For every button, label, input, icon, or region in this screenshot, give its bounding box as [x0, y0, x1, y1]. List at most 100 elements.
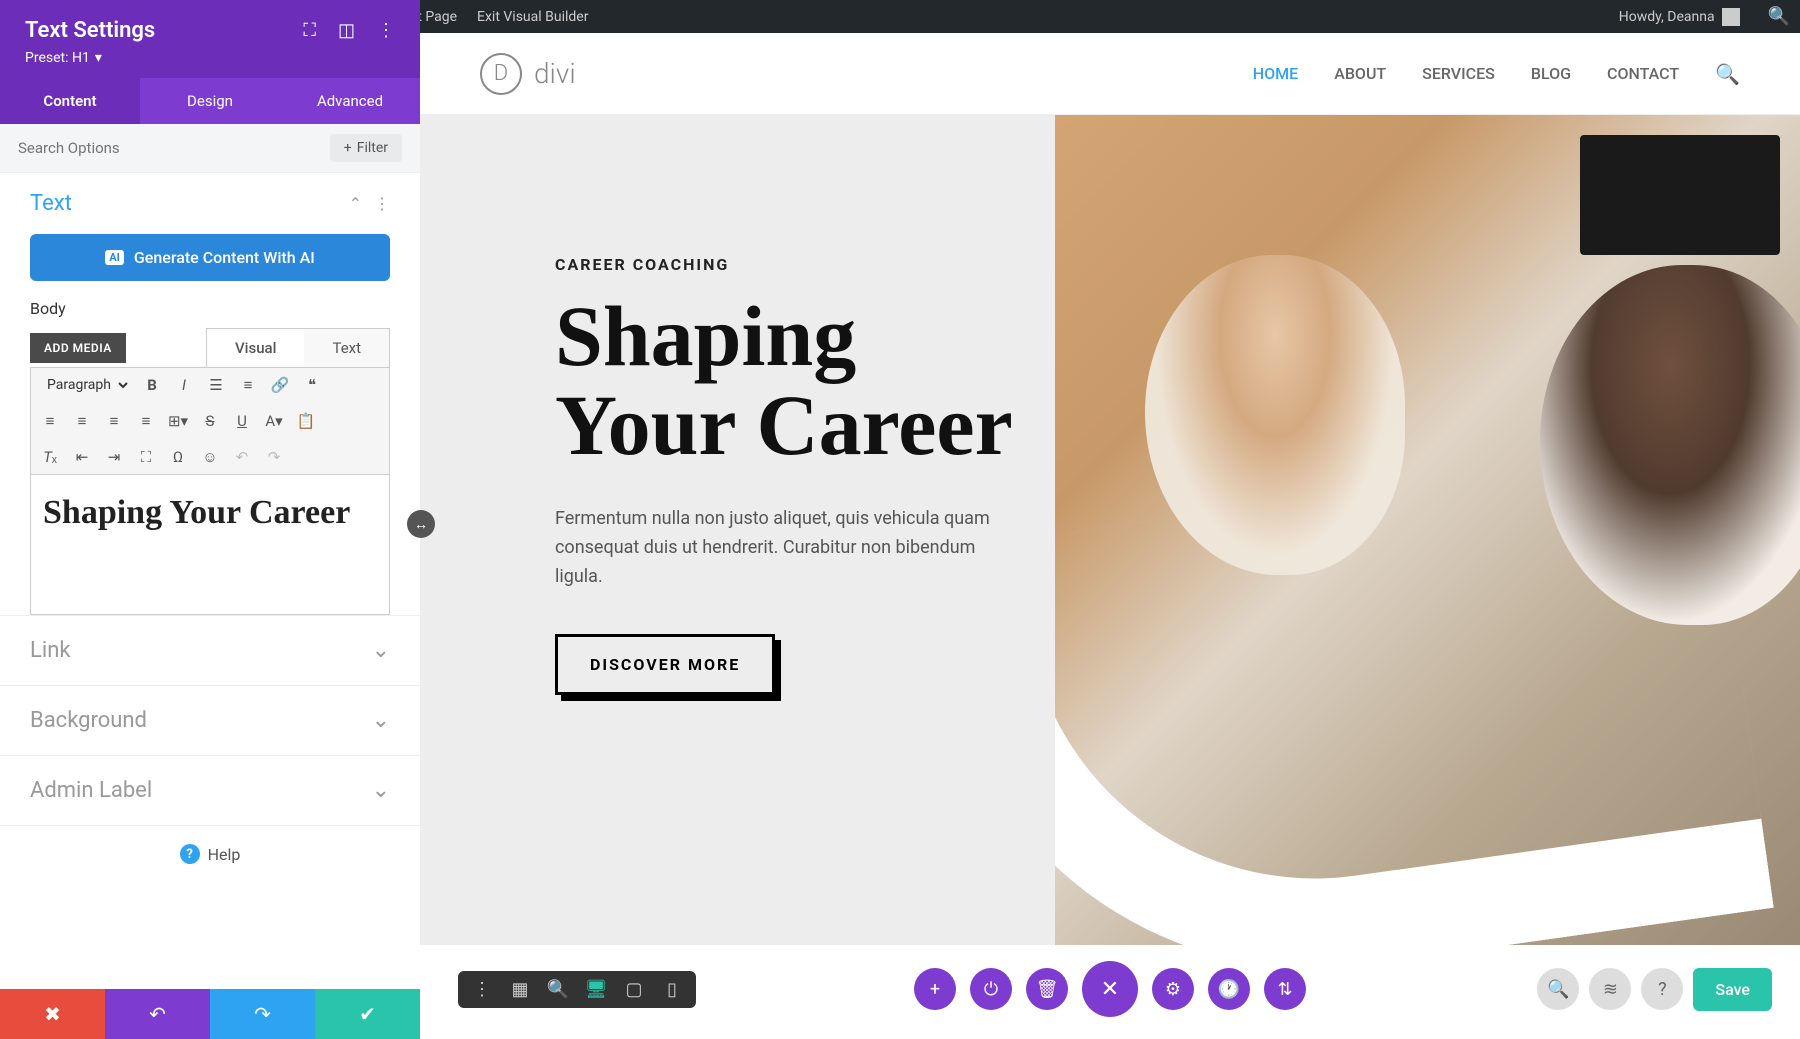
desktop-icon[interactable]: 🖥	[584, 979, 608, 1000]
chevron-up-icon[interactable]: ⌃	[349, 194, 362, 213]
search-icon[interactable]: 🔍	[1768, 6, 1790, 27]
hero-section: CAREER COACHING Shaping Your Career Ferm…	[420, 115, 1800, 945]
text-color-button[interactable]: A▾	[263, 410, 285, 432]
quote-button[interactable]: ❝	[301, 374, 323, 396]
clear-format-button[interactable]: Tₓ	[39, 446, 61, 468]
settings-button[interactable]: ⚙	[1152, 968, 1194, 1010]
resize-handle[interactable]: ↔	[407, 510, 435, 538]
outdent-button[interactable]: ⇤	[71, 446, 93, 468]
tab-advanced[interactable]: Advanced	[280, 78, 420, 124]
bold-button[interactable]: B	[141, 374, 163, 396]
editor-mode-tabs: Visual Text	[206, 328, 390, 367]
person-1	[1145, 255, 1405, 575]
strikethrough-button[interactable]: S	[199, 410, 221, 432]
logo[interactable]: D divi	[480, 53, 576, 95]
editor-tab-text[interactable]: Text	[304, 329, 389, 367]
cta-button[interactable]: DISCOVER MORE	[555, 634, 775, 695]
power-button[interactable]: ⏻	[970, 968, 1012, 1010]
search-tool-button[interactable]: 🔍	[1537, 968, 1579, 1010]
undo-button[interactable]: ↶	[231, 446, 253, 468]
tablet-icon[interactable]: ▢	[622, 979, 646, 1000]
editor-tab-visual[interactable]: Visual	[207, 329, 304, 367]
cancel-button[interactable]: ✖	[0, 989, 105, 1039]
nav-contact[interactable]: CONTACT	[1607, 64, 1679, 83]
filter-label: Filter	[357, 140, 388, 156]
save-button[interactable]: Save	[1693, 968, 1772, 1011]
generate-ai-button[interactable]: AI Generate Content With AI	[30, 234, 390, 281]
text-section-header[interactable]: Text ⌃ ⋮	[0, 173, 420, 216]
logo-text: divi	[534, 57, 576, 90]
layers-button[interactable]: ≋	[1589, 968, 1631, 1010]
undo-footer-button[interactable]: ↶	[105, 989, 210, 1039]
sidebar-footer: ✖ ↶ ↷ ✔	[0, 989, 420, 1039]
search-input[interactable]	[18, 139, 248, 157]
format-select[interactable]: Paragraph	[39, 374, 131, 396]
sort-button[interactable]: ⇅	[1264, 968, 1306, 1010]
nav-home[interactable]: HOME	[1253, 64, 1298, 83]
link-button[interactable]: 🔗	[269, 374, 291, 396]
hero-image	[1055, 115, 1800, 945]
expand-icon[interactable]: ⛶	[303, 20, 316, 41]
kebab-icon[interactable]: ⋮	[470, 979, 494, 1000]
panel-icon[interactable]: ◫	[338, 20, 355, 41]
hero-text-column: CAREER COACHING Shaping Your Career Ferm…	[420, 115, 1055, 945]
background-section-label: Background	[30, 708, 147, 733]
nav-blog[interactable]: BLOG	[1531, 64, 1571, 83]
add-media-button[interactable]: ADD MEDIA	[30, 333, 126, 363]
tv-decor	[1580, 135, 1780, 255]
hero-title[interactable]: Shaping Your Career	[555, 292, 1015, 469]
underline-button[interactable]: U	[231, 410, 253, 432]
align-right-button[interactable]: ≡	[103, 410, 125, 432]
kebab-icon[interactable]: ⋮	[374, 194, 390, 213]
editor-content-area[interactable]: Shaping Your Career	[30, 475, 390, 615]
help-row[interactable]: ?Help	[0, 825, 420, 882]
history-button[interactable]: 🕐	[1208, 968, 1250, 1010]
rich-text-toolbar: Paragraph B I ☰ ≡ 🔗 ❝ ≡ ≡ ≡ ≡ ⊞▾ S U A▾ …	[30, 367, 390, 475]
preset-selector[interactable]: Preset: H1▾	[25, 50, 395, 66]
align-justify-button[interactable]: ≡	[135, 410, 157, 432]
tab-content[interactable]: Content	[0, 78, 140, 124]
align-left-button[interactable]: ≡	[39, 410, 61, 432]
zoom-icon[interactable]: 🔍	[546, 979, 570, 1000]
redo-footer-button[interactable]: ↷	[210, 989, 315, 1039]
redo-button[interactable]: ↷	[263, 446, 285, 468]
paste-button[interactable]: 📋	[295, 410, 317, 432]
mobile-icon[interactable]: ▯	[660, 979, 684, 1000]
help-button[interactable]: ?	[1641, 968, 1683, 1010]
emoji-button[interactable]: ☺	[199, 446, 221, 468]
link-section[interactable]: Link⌄	[0, 615, 420, 685]
wireframe-icon[interactable]: ▦	[508, 979, 532, 1000]
nav-services[interactable]: SERVICES	[1422, 64, 1495, 83]
align-center-button[interactable]: ≡	[71, 410, 93, 432]
number-list-button[interactable]: ≡	[237, 374, 259, 396]
delete-button[interactable]: 🗑	[1026, 968, 1068, 1010]
settings-sidebar: Text Settings ⛶ ◫ ⋮ Preset: H1▾ Content …	[0, 0, 420, 1039]
admin-label-section-label: Admin Label	[30, 778, 152, 803]
help-label: Help	[208, 845, 241, 864]
preset-label: Preset: H1	[25, 50, 90, 66]
italic-button[interactable]: I	[173, 374, 195, 396]
chevron-down-icon: ⌄	[372, 638, 390, 663]
fullscreen-button[interactable]: ⛶	[135, 446, 157, 468]
tab-design[interactable]: Design	[140, 78, 280, 124]
nav-search-icon[interactable]: 🔍	[1715, 62, 1740, 86]
close-button[interactable]: ✕	[1082, 961, 1138, 1017]
admin-label-section[interactable]: Admin Label⌄	[0, 755, 420, 825]
bullet-list-button[interactable]: ☰	[205, 374, 227, 396]
filter-button[interactable]: +Filter	[330, 134, 402, 162]
background-section[interactable]: Background⌄	[0, 685, 420, 755]
omega-button[interactable]: Ω	[167, 446, 189, 468]
indent-button[interactable]: ⇥	[103, 446, 125, 468]
kebab-icon[interactable]: ⋮	[377, 20, 395, 41]
add-button[interactable]: +	[914, 968, 956, 1010]
sidebar-header: Text Settings ⛶ ◫ ⋮ Preset: H1▾	[0, 0, 420, 78]
apply-button[interactable]: ✔	[315, 989, 420, 1039]
search-row: +Filter	[0, 124, 420, 173]
main-canvas: D divi HOME ABOUT SERVICES BLOG CONTACT …	[420, 33, 1800, 1039]
site-header: D divi HOME ABOUT SERVICES BLOG CONTACT …	[420, 33, 1800, 115]
table-button[interactable]: ⊞▾	[167, 410, 189, 432]
nav-about[interactable]: ABOUT	[1334, 64, 1386, 83]
user-greeting-link[interactable]: Howdy, Deanna	[1619, 8, 1740, 26]
action-toolbar: + ⏻ 🗑 ✕ ⚙ 🕐 ⇅	[914, 961, 1306, 1017]
exit-builder-link[interactable]: Exit Visual Builder	[477, 9, 588, 25]
